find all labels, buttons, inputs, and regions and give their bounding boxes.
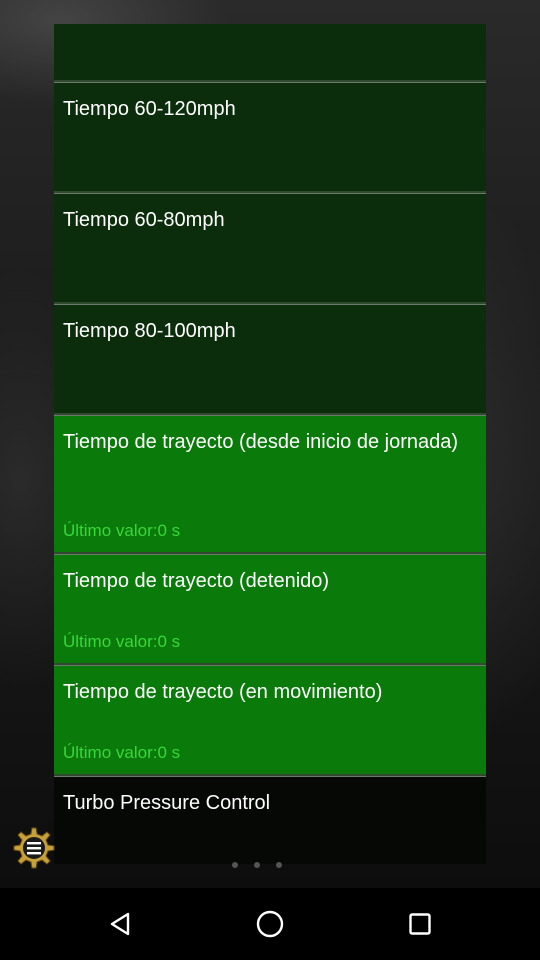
list-item-trayecto-jornada[interactable]: Tiempo de trayecto (desde inicio de jorn… [54,415,486,554]
system-navigation-bar [0,888,540,960]
list-item-title: Tiempo de trayecto (en movimiento) [63,681,383,703]
list-item-tiempo-60-120[interactable]: Tiempo 60-120mph [54,82,486,193]
gear-icon[interactable] [10,822,58,874]
page-dot [254,862,260,868]
list-item-trayecto-detenido[interactable]: Tiempo de trayecto (detenido) Último val… [54,554,486,665]
list-item-trayecto-movimiento[interactable]: Tiempo de trayecto (en movimiento) Últim… [54,665,486,776]
list-item-title: Tiempo 60-120mph [63,98,236,120]
list-item-title: Tiempo 60-80mph [63,209,225,231]
list-item-tiempo-60-80[interactable]: Tiempo 60-80mph [54,193,486,304]
recents-square-icon[interactable] [396,900,444,948]
home-circle-icon[interactable] [246,900,294,948]
list-item-value: Último valor:0 s [63,632,181,651]
page-indicator [230,862,290,868]
back-triangle-icon[interactable] [97,900,145,948]
list-item-title: Tiempo de trayecto (desde inicio de jorn… [63,431,459,453]
list-item-value: Último valor:0 s [63,521,181,540]
list-item-turbo-pressure[interactable]: Turbo Pressure Control [54,776,486,864]
list-item-title: Turbo Pressure Control [63,792,271,814]
list-item-title: Tiempo 80-100mph [63,320,236,342]
page-dot [232,862,238,868]
list-item-tiempo-80-100[interactable]: Tiempo 80-100mph [54,304,486,415]
list-item[interactable] [54,24,486,82]
list-item-value: Último valor:0 s [63,743,181,762]
page-dot [276,862,282,868]
list-item-title: Tiempo de trayecto (detenido) [63,570,330,592]
metrics-list[interactable]: Tiempo 60-120mph Tiempo 60-80mph Tiempo … [54,24,486,864]
